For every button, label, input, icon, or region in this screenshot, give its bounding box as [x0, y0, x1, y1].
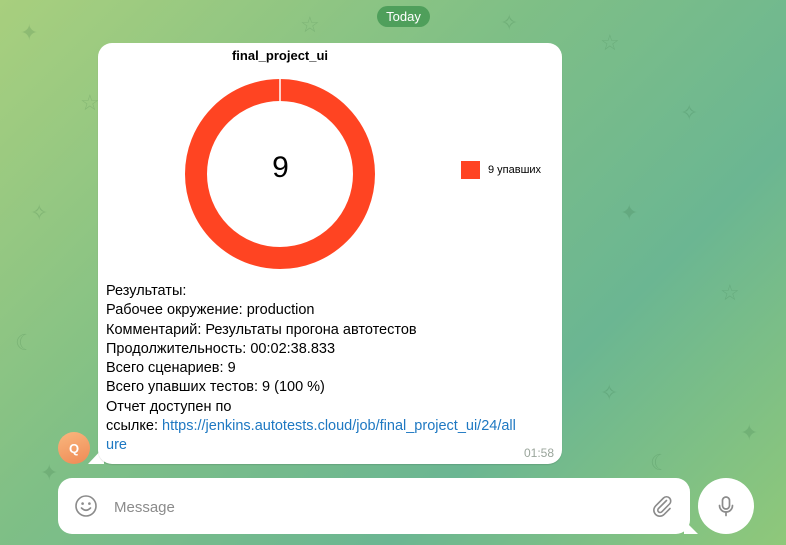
date-separator: Today [377, 6, 430, 27]
microphone-button[interactable] [698, 478, 754, 534]
failed-tests-line: Всего упавших тестов: 9 (100 %) [106, 379, 325, 396]
report-line: Отчет доступен по [106, 398, 232, 415]
results-heading: Результаты: [106, 283, 187, 299]
legend-label-failed: 9 упавших [488, 164, 542, 176]
report-link-end[interactable]: ure [106, 437, 127, 453]
message-time: 01:58 [523, 446, 554, 460]
microphone-icon [718, 496, 734, 517]
smile-icon[interactable] [74, 494, 98, 518]
message-bubble[interactable]: final_project_ui 9 9 упавших Результаты:… [98, 43, 562, 464]
message-text: Результаты: Рабочее окружение: productio… [106, 282, 516, 456]
message-composer [58, 478, 690, 534]
report-link-line: ссылке: https://jenkins.autotests.cloud/… [106, 417, 516, 436]
legend-swatch-failed [461, 161, 480, 179]
report-link[interactable]: https://jenkins.autotests.cloud/job/fina… [162, 418, 516, 434]
message-input[interactable] [112, 494, 636, 520]
report-link-continuation: ure [106, 436, 452, 455]
chart-title: final_project_ui [231, 48, 329, 63]
environment-line: Рабочее окружение: production [106, 302, 315, 319]
avatar[interactable]: Q [58, 432, 90, 464]
composer-tail [684, 520, 698, 534]
scenarios-line: Всего сценариев: 9 [106, 360, 236, 377]
duration-line: Продолжительность: 00:02:38.833 [106, 340, 336, 357]
comment-line: Комментарий: Результаты прогона автотест… [106, 321, 417, 338]
paperclip-icon[interactable] [650, 494, 674, 518]
chart-center-value: 9 [272, 151, 289, 184]
chart-legend: 9 упавших [461, 161, 541, 179]
link-prefix: ссылке: [106, 418, 163, 435]
